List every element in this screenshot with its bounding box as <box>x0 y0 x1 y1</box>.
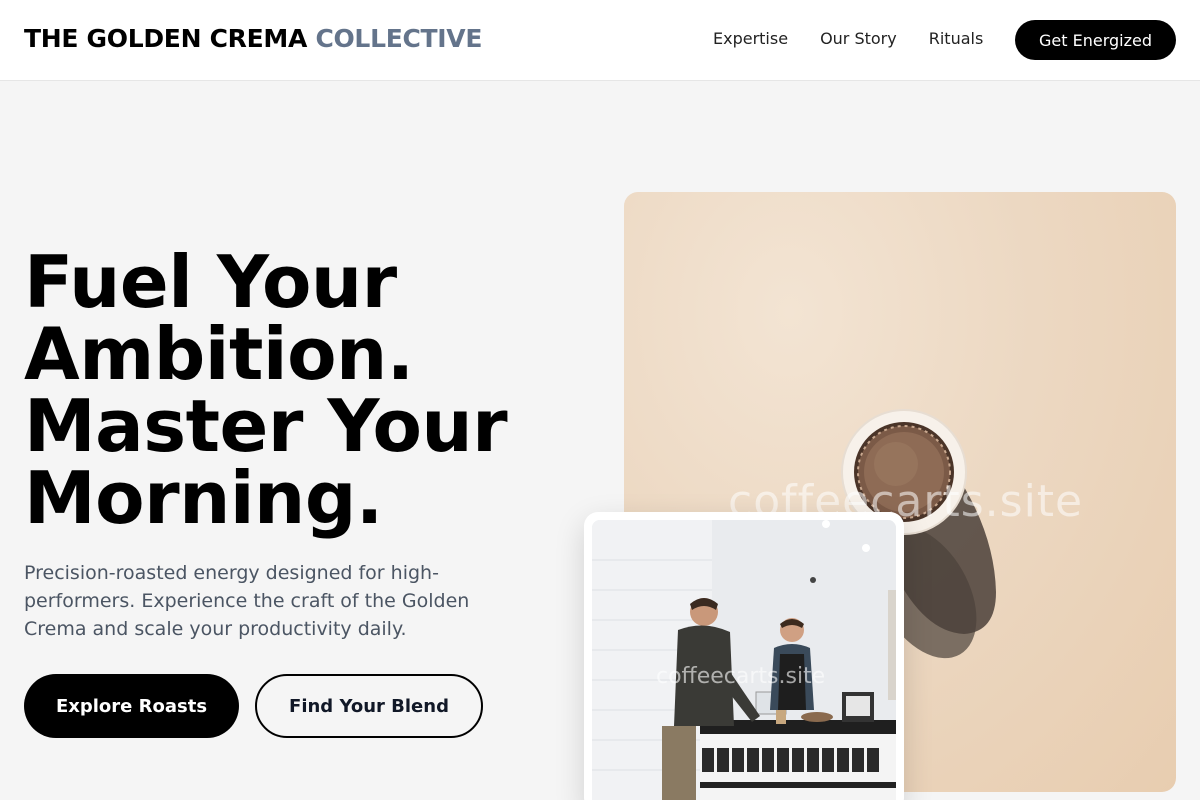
find-your-blend-button[interactable]: Find Your Blend <box>255 674 483 738</box>
inset-image-watermark: coffeecarts.site <box>656 664 826 689</box>
inset-image-card: coffeecarts.site <box>584 512 904 800</box>
headline-line-1: Fuel Your <box>24 240 397 324</box>
headline-line-4: Morning. <box>24 456 383 540</box>
headline-line-2: Ambition. <box>24 312 414 396</box>
headline-line-3: Master Your <box>24 384 508 468</box>
site-header: THE GOLDEN CREMA COLLECTIVE Expertise Ou… <box>0 0 1200 81</box>
explore-roasts-button[interactable]: Explore Roasts <box>24 674 239 738</box>
brand-accent: COLLECTIVE <box>315 24 483 53</box>
nav-link-our-story[interactable]: Our Story <box>820 29 897 48</box>
hero-subtitle: Precision-roasted energy designed for hi… <box>24 562 470 640</box>
main-nav: Expertise Our Story Rituals <box>713 29 983 48</box>
brand-logo[interactable]: THE GOLDEN CREMA COLLECTIVE <box>24 24 482 53</box>
nav-link-expertise[interactable]: Expertise <box>713 29 788 48</box>
hero-headline: Fuel Your Ambition. Master Your Morning. <box>24 246 584 534</box>
brand-primary: THE GOLDEN CREMA <box>24 24 308 53</box>
nav-link-rituals[interactable]: Rituals <box>929 29 984 48</box>
get-energized-button[interactable]: Get Energized <box>1015 20 1176 60</box>
coffee-shop-counter-scene-icon <box>592 520 896 800</box>
inset-photo: coffeecarts.site <box>592 520 896 800</box>
